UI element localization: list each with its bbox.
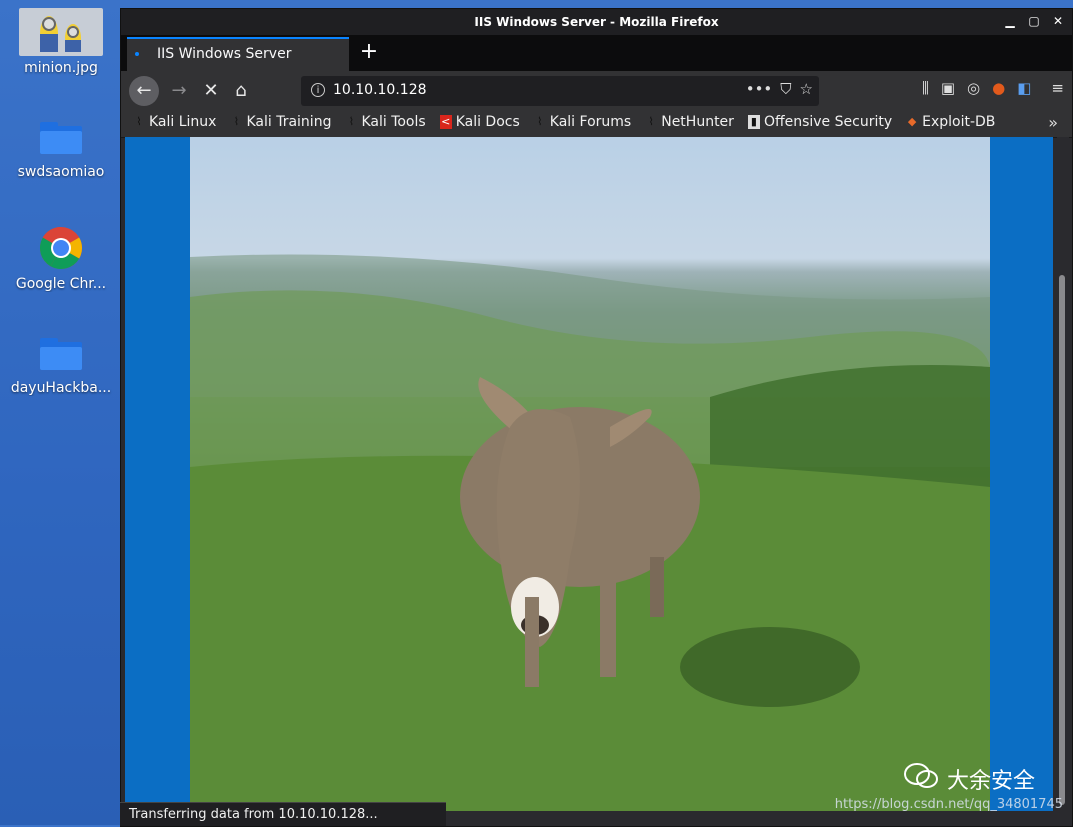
forward-button[interactable]: → (165, 77, 193, 105)
bookmark-label: Kali Docs (455, 114, 520, 130)
kali-dragon-icon: ⌇ (537, 115, 543, 128)
new-tab-button[interactable]: + (357, 39, 381, 64)
bookmark-label: Offensive Security (763, 114, 893, 130)
tab-iis-windows-server[interactable]: IIS Windows Server (127, 37, 349, 71)
title-bar: IIS Windows Server - Mozilla Firefox ▁ ▢… (121, 9, 1072, 35)
nethunter-icon: ⌇ (648, 115, 654, 128)
sidebar-icon[interactable]: ▣ (941, 79, 955, 97)
loading-dot-icon (135, 52, 139, 56)
page-content (125, 137, 1053, 811)
bookmark-kali-tools[interactable]: ⌇ Kali Tools (345, 114, 426, 130)
pocket-icon[interactable]: ⛉ (780, 80, 791, 98)
tab-bar: IIS Windows Server + (121, 35, 1072, 71)
navigation-toolbar: ← → ✕ ⌂ i 10.10.10.128 ••• ⛉ ☆ ⫼ ▣ ◎ ● ◧… (121, 71, 1072, 111)
watermark-url: https://blog.csdn.net/qq_34801745 (834, 797, 1063, 812)
window-title: IIS Windows Server - Mozilla Firefox (474, 15, 719, 29)
scrollbar-thumb[interactable] (1059, 275, 1065, 805)
menu-icon[interactable]: ≡ (1051, 79, 1064, 97)
bookmark-label: Kali Tools (361, 114, 426, 130)
offsec-icon: ▮ (747, 115, 760, 129)
bookmark-offensive-security[interactable]: ▮ Offensive Security (747, 114, 893, 130)
extension-fox-icon[interactable]: ● (992, 79, 1005, 97)
bookmark-label: NetHunter (661, 114, 734, 130)
desktop-icon-label: minion.jpg (24, 60, 98, 76)
stop-button[interactable]: ✕ (197, 77, 225, 105)
site-info-icon[interactable]: i (311, 83, 325, 97)
desktop-icon-label: Google Chr... (15, 276, 107, 292)
bookmarks-toolbar: ⌇ Kali Linux ⌇ Kali Training ⌇ Kali Tools <… (121, 111, 1072, 138)
maximize-icon[interactable]: ▢ (1026, 13, 1042, 29)
bookmark-label: Exploit-DB (922, 114, 996, 130)
close-icon[interactable]: ✕ (1050, 13, 1066, 29)
bookmark-kali-forums[interactable]: ⌇ Kali Forums (534, 114, 631, 130)
url-text: 10.10.10.128 (333, 82, 427, 98)
bookmark-label: Kali Linux (149, 114, 217, 130)
folder-icon (40, 338, 82, 370)
bookmarks-overflow-icon[interactable]: » (1048, 113, 1058, 132)
watermark-brand: 大余安全 (946, 769, 1035, 794)
bookmark-label: Kali Forums (549, 114, 632, 130)
bookmark-nethunter[interactable]: ⌇ NetHunter (645, 114, 734, 130)
page-actions-icon[interactable]: ••• (746, 80, 773, 98)
bookmark-star-icon[interactable]: ☆ (800, 80, 813, 98)
donkey-photo (190, 137, 990, 811)
watermark: 大余安全 (903, 762, 1035, 796)
desktop-icon-label: dayuHackba... (10, 380, 112, 396)
home-button[interactable]: ⌂ (227, 77, 255, 105)
minimize-icon[interactable]: ▁ (1002, 13, 1018, 29)
back-button[interactable]: ← (129, 76, 159, 106)
status-panel: Transferring data from 10.10.10.128... (120, 802, 446, 826)
desktop-icon-google-chrome[interactable]: Google Chr... (6, 226, 116, 292)
kali-dragon-icon: ⌇ (136, 115, 142, 128)
bookmark-kali-linux[interactable]: ⌇ Kali Linux (133, 114, 216, 130)
tab-label: IIS Windows Server (157, 46, 292, 62)
desktop-icon-minion[interactable]: minion.jpg (6, 8, 116, 76)
bookmark-kali-docs[interactable]: < Kali Docs (439, 114, 520, 130)
docs-icon: < (439, 115, 452, 129)
page-scrollbar[interactable] (1057, 137, 1069, 811)
desktop-icon-swdsaomiao[interactable]: swdsaomiao (6, 122, 116, 180)
browser-window: IIS Windows Server - Mozilla Firefox ▁ ▢… (120, 8, 1073, 827)
chrome-icon (39, 226, 83, 270)
library-icon[interactable]: ⫼ (922, 79, 929, 97)
extension-icon[interactable]: ◎ (967, 79, 980, 97)
folder-icon (40, 122, 82, 154)
bookmark-exploit-db[interactable]: ◆ Exploit-DB (906, 114, 996, 130)
exploit-db-icon: ◆ (907, 115, 917, 128)
image-thumbnail-icon (19, 8, 103, 56)
url-bar[interactable]: i 10.10.10.128 ••• ⛉ ☆ (301, 76, 819, 106)
status-text: Transferring data from 10.10.10.128... (129, 807, 378, 822)
kali-dragon-icon: ⌇ (348, 115, 355, 128)
translate-icon[interactable]: ◧ (1017, 79, 1031, 97)
desktop-icon-label: swdsaomiao (17, 164, 105, 180)
wechat-logo-icon (903, 762, 939, 796)
desktop-icon-dayuhackbar[interactable]: dayuHackba... (6, 338, 116, 396)
bookmark-label: Kali Training (246, 114, 332, 130)
kali-dragon-icon: ⌇ (233, 115, 240, 128)
bookmark-kali-training[interactable]: ⌇ Kali Training (230, 114, 332, 130)
